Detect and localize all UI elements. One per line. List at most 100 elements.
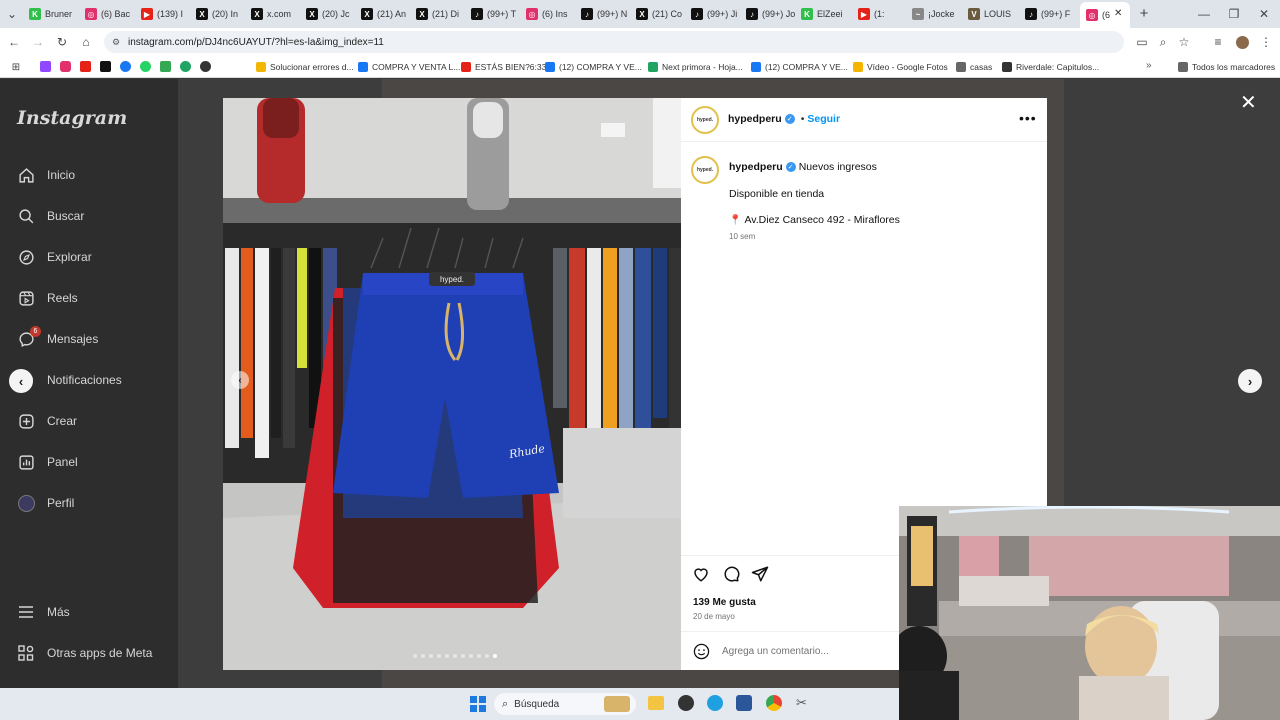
browser-tab[interactable]: V LOUIS — [968, 4, 1020, 24]
bookmark-star-icon[interactable]: ☆ — [1176, 34, 1192, 50]
bookmark-label: ESTÁS BIEN?6:33 — [475, 62, 547, 72]
browser-tab[interactable]: ◎ (6) Bac — [85, 4, 137, 24]
comment-input[interactable]: Agrega un comentario... — [722, 646, 829, 657]
store-icon[interactable] — [736, 695, 752, 711]
apps-grid-icon[interactable]: ⊞ — [8, 59, 24, 75]
bookmark-favicon-icon — [256, 62, 266, 72]
twitch-icon[interactable] — [40, 61, 51, 72]
browser-tab[interactable]: Xx.com — [251, 4, 303, 24]
next-post-button[interactable]: › — [1238, 369, 1262, 393]
snipping-tool-icon[interactable]: ✂ — [796, 695, 812, 711]
browser-tab[interactable]: K Bruner — [29, 4, 81, 24]
browser-tab[interactable]: ▶ (1: — [858, 4, 910, 24]
site-info-icon[interactable]: ⚙ — [112, 37, 120, 48]
carousel-prev-button[interactable]: ‹ — [231, 371, 249, 389]
caption-avatar[interactable]: hyped. — [691, 156, 719, 184]
author-username[interactable]: hypedperu — [728, 113, 782, 125]
green-bm-icon[interactable] — [180, 61, 191, 72]
bookmark-item[interactable]: (12) COMPRA Y VE... — [751, 60, 848, 74]
modal-close-icon[interactable]: ✕ — [1240, 90, 1257, 115]
share-icon[interactable] — [751, 565, 769, 588]
url-input[interactable]: ⚙ instagram.com/p/DJ4nc6UAYUT/?hl=es-la&… — [104, 31, 1124, 53]
taskbar-search[interactable]: ⌕ Búsqueda — [494, 693, 636, 715]
sidebar-item-crear[interactable]: Crear — [17, 409, 77, 433]
reload-icon[interactable]: ↻ — [54, 34, 70, 50]
bookmark-item[interactable]: COMPRA Y VENTA L... — [358, 60, 460, 74]
sidebar-item-panel[interactable]: Panel — [17, 450, 78, 474]
caption-username[interactable]: hypedperu — [729, 161, 783, 173]
windows-start-icon[interactable] — [470, 696, 486, 712]
sidebar-item-reels[interactable]: Reels — [17, 286, 78, 310]
browser-tab[interactable]: X (20) Jc — [306, 4, 358, 24]
file-explorer-icon[interactable] — [648, 696, 664, 710]
follow-button[interactable]: Seguir — [807, 113, 840, 125]
author-avatar[interactable]: hyped. — [691, 106, 719, 134]
bookmark-item[interactable]: Vídeo - Google Fotos — [853, 60, 948, 74]
sidebar-item-inicio[interactable]: Inicio — [17, 163, 75, 187]
obs-icon[interactable] — [678, 695, 694, 711]
instagram-bm-icon[interactable] — [60, 61, 71, 72]
browser-tab[interactable]: ♪ (99+) Ji — [691, 4, 743, 24]
dot-separator: • — [800, 113, 805, 125]
profile-browser-icon[interactable] — [1234, 34, 1250, 50]
restore-icon[interactable]: ❐ — [1226, 6, 1242, 22]
globe-bm-icon[interactable] — [200, 61, 211, 72]
browser-tab[interactable]: ◎ (6) Ins — [526, 4, 578, 24]
browser-tab[interactable]: ♪ (99+) N — [581, 4, 633, 24]
more-bookmarks-icon[interactable]: » — [1146, 60, 1152, 71]
browser-tab[interactable]: X (21) An — [361, 4, 413, 24]
sidebar-item-explorar[interactable]: Explorar — [17, 245, 92, 269]
browser-tab[interactable]: ◎ (6 — [1080, 2, 1130, 28]
post-date: 20 de mayo — [693, 612, 735, 621]
office-bm-icon[interactable] — [160, 61, 171, 72]
sidebar-item-perfil[interactable]: Perfil — [17, 491, 74, 515]
forward-icon[interactable]: → — [30, 34, 46, 50]
sidebar-item-buscar[interactable]: Buscar — [17, 204, 84, 228]
browser-tab[interactable]: X (20) In — [196, 4, 248, 24]
browser-tab[interactable]: ♪ (99+) Jo — [746, 4, 798, 24]
media-icon[interactable]: ≡ — [1210, 34, 1226, 50]
new-tab-icon[interactable]: + — [1136, 5, 1152, 22]
bookmark-item[interactable]: (12) COMPRA Y VE... — [545, 60, 642, 74]
more-options-icon[interactable]: ••• — [1019, 110, 1037, 126]
install-app-icon[interactable]: ▭ — [1134, 34, 1150, 50]
emoji-icon[interactable] — [693, 643, 710, 665]
chrome-icon[interactable] — [766, 695, 782, 711]
bookmark-item[interactable]: Next primora - Hoja... — [648, 60, 743, 74]
minimize-icon[interactable]: — — [1196, 6, 1212, 22]
whatsapp-bm-icon[interactable] — [140, 61, 151, 72]
post-image[interactable]: hyped. Rhude ‹ — [223, 98, 681, 670]
home-browser-icon[interactable]: ⌂ — [78, 34, 94, 50]
like-icon[interactable] — [692, 565, 710, 588]
tab-search-icon[interactable]: ⌄ — [4, 6, 20, 22]
instagram-logo[interactable]: Instagram — [17, 107, 127, 129]
tab-label: (6 — [1102, 10, 1111, 20]
bookmark-item[interactable]: ESTÁS BIEN?6:33 — [461, 60, 546, 74]
browser-tab[interactable]: ~ ¡Jocke — [912, 4, 964, 24]
browser-tab[interactable]: ♪ (99+) F — [1025, 4, 1077, 24]
window-close-icon[interactable]: ✕ — [1256, 6, 1272, 22]
sidebar-item-meta[interactable]: Otras apps de Meta — [17, 641, 152, 665]
facebook-bm-icon[interactable] — [120, 61, 131, 72]
likes-count[interactable]: 139 Me gusta — [693, 597, 756, 608]
zoom-icon[interactable]: ⌕ — [1155, 34, 1171, 50]
sidebar-item-mensajes[interactable]: 6 Mensajes — [17, 326, 98, 351]
browser-tab[interactable]: K ElZeei — [801, 4, 853, 24]
sidebar-item-more[interactable]: Más — [17, 600, 70, 624]
bookmark-item[interactable]: Todos los marcadores — [1178, 60, 1275, 74]
bookmark-item[interactable]: Riverdale: Capitulos... — [1002, 60, 1099, 74]
browser-tab[interactable]: X (21) Di — [416, 4, 468, 24]
comment-icon[interactable] — [722, 565, 740, 588]
edge-icon[interactable] — [707, 695, 723, 711]
back-icon[interactable]: ← — [6, 34, 22, 50]
prev-post-button[interactable]: ‹ — [9, 369, 33, 393]
bookmark-item[interactable]: casas — [956, 60, 992, 74]
bookmark-item[interactable]: Solucionar errores d... — [256, 60, 354, 74]
browser-menu-icon[interactable]: ⋮ — [1258, 34, 1274, 50]
youtube-bm-icon[interactable] — [80, 61, 91, 72]
browser-tab[interactable]: ♪ (99+) T — [471, 4, 523, 24]
browser-tab[interactable]: X (21) Co — [636, 4, 688, 24]
tab-close-icon[interactable]: ✕ — [1114, 8, 1122, 19]
browser-tab[interactable]: ▶ (139) I — [141, 4, 193, 24]
x-bm-icon[interactable] — [100, 61, 111, 72]
